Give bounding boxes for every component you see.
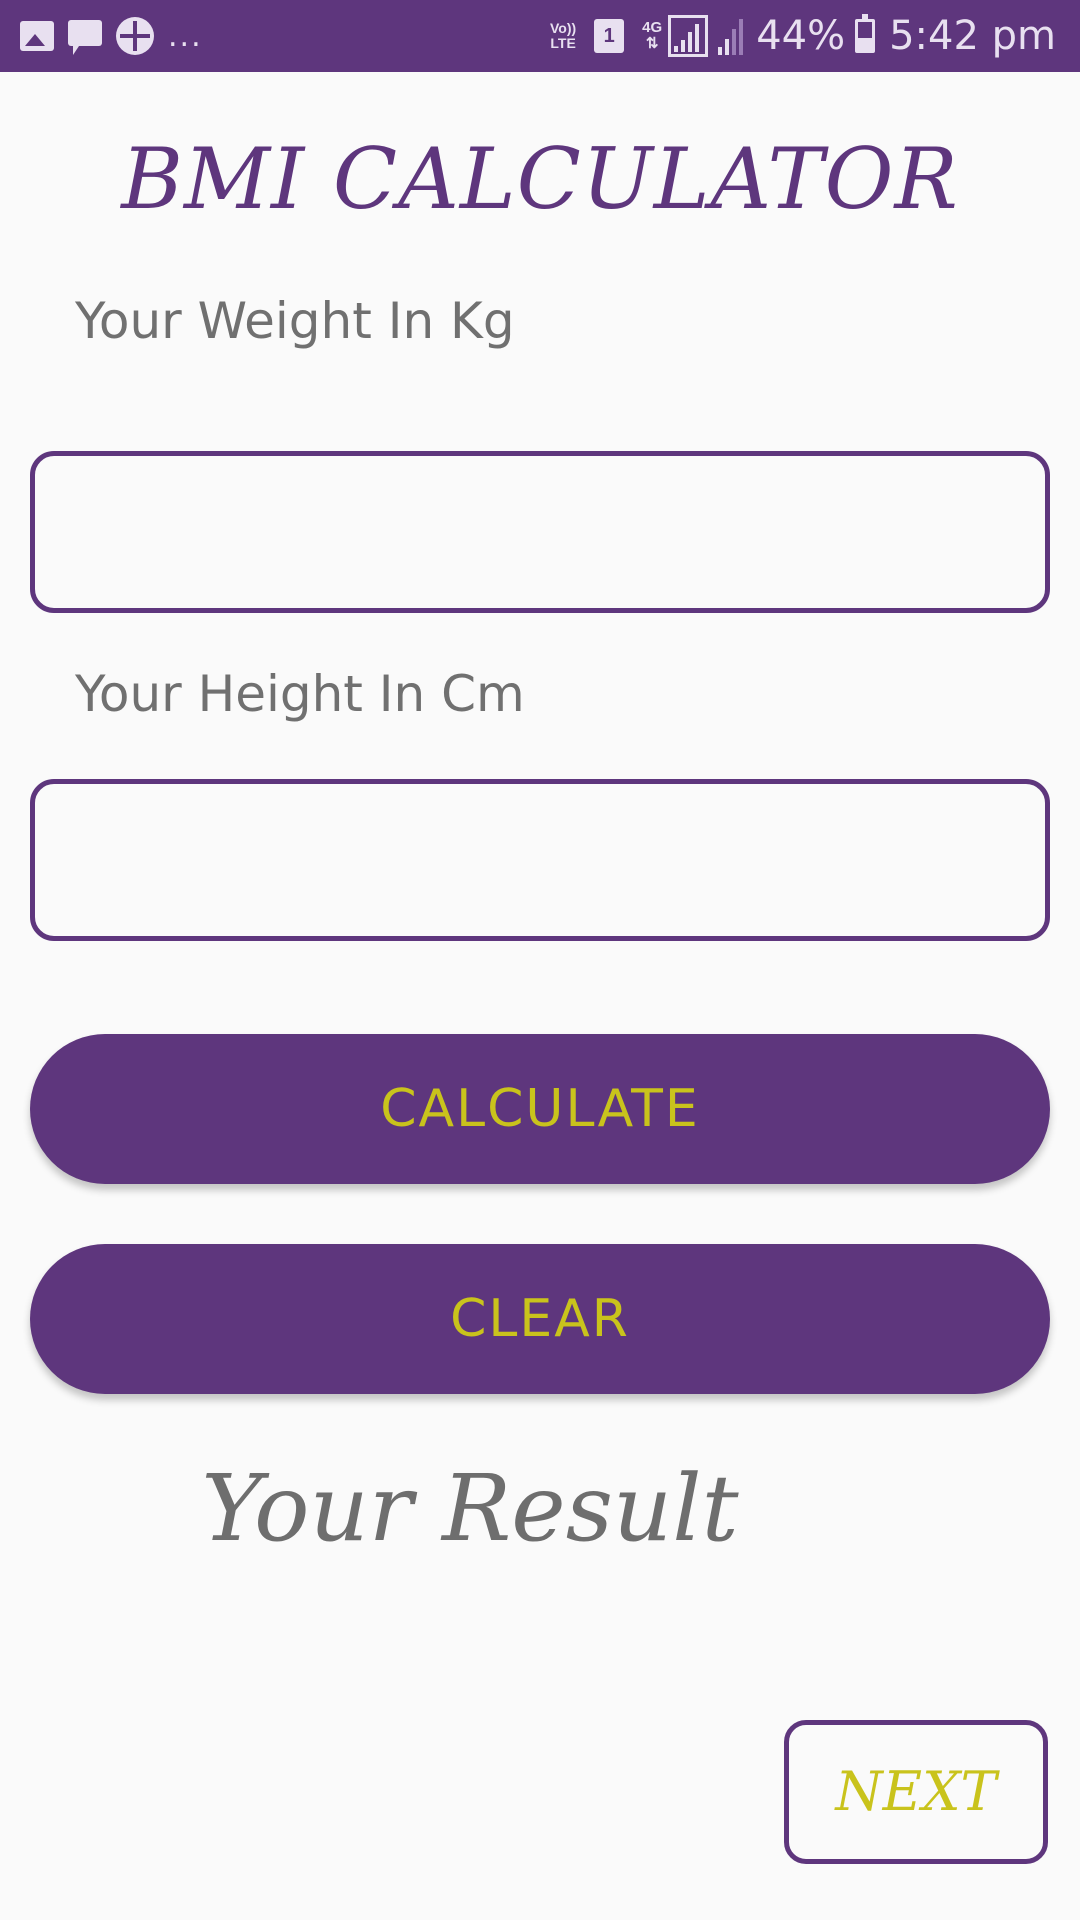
signal-strength-icon [668,15,709,57]
weight-input[interactable] [30,451,1050,613]
notification-icons: ... [20,0,203,72]
volte-line1: Vo)) [549,20,577,36]
volte-line2: LTE [550,35,576,51]
system-icons: Vo)) LTE 1 4G ⇅ 44% 5:42 pm [550,0,1056,72]
result-label: Your Result [201,1455,739,1562]
volte-indicator: Vo)) LTE [550,21,576,51]
clock: 5:42 pm [889,13,1056,59]
chat-icon [68,20,102,55]
sim-icon: 1 [594,19,625,53]
data-arrows-icon: ⇅ [645,35,659,52]
network-type-indicator: 4G ⇅ [642,20,662,52]
calculate-button[interactable]: CALCULATE [30,1034,1050,1184]
network-type-label: 4G [642,19,663,36]
battery-percentage: 44% [756,13,846,59]
height-input[interactable] [30,779,1050,941]
app-title: BMI CALCULATOR [121,130,959,228]
battery-icon [855,14,876,53]
clover-icon [116,17,154,55]
gallery-icon [20,21,54,51]
weight-label: Your Weight In Kg [75,292,515,350]
status-bar: ... Vo)) LTE 1 4G ⇅ 44% 5:42 pm [0,0,1080,72]
signal-strength-secondary-icon [718,17,746,55]
next-button[interactable]: NEXT [784,1720,1048,1864]
height-label: Your Height In Cm [75,665,525,723]
more-notifications-icon: ... [168,18,203,54]
clear-button[interactable]: CLEAR [30,1244,1050,1394]
